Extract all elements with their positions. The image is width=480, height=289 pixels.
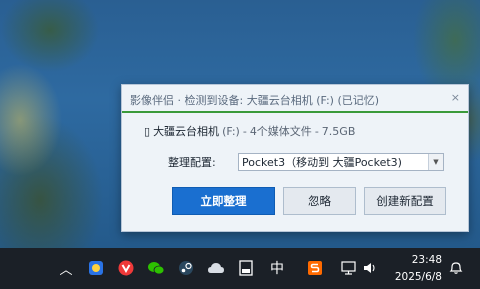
- config-label: 整理配置:: [168, 156, 216, 169]
- steam-icon[interactable]: [176, 258, 196, 278]
- device-name: 大疆云台相机: [153, 125, 220, 138]
- screenshot-app-icon[interactable]: [236, 258, 256, 278]
- taskbar: ︿ 中 23:48 2025/6/8: [0, 248, 480, 289]
- ime-chinese-indicator[interactable]: 中: [267, 258, 287, 278]
- chevron-down-icon[interactable]: ▼: [428, 154, 443, 170]
- config-select[interactable]: Pocket3（移动到 大疆Pocket3) ▼: [238, 153, 444, 171]
- notification-icon[interactable]: [446, 258, 466, 278]
- device-file-count: 4个媒体文件: [249, 125, 312, 138]
- clock-time: 23:48: [411, 254, 442, 266]
- show-hidden-icons-chevron[interactable]: ︿: [56, 258, 76, 278]
- device-info: ▯ 大疆云台相机 (F:) - 4个媒体文件 - 7.5GB: [144, 123, 355, 139]
- title-divider: [122, 111, 468, 113]
- device-separator: -: [242, 124, 247, 138]
- device-separator: -: [314, 124, 319, 138]
- vivaldi-icon[interactable]: [116, 258, 136, 278]
- organize-now-button[interactable]: 立即整理: [172, 187, 275, 215]
- device-icon: ▯: [144, 124, 151, 138]
- onedrive-cloud-icon[interactable]: [206, 258, 226, 278]
- dialog-title: 影像伴侣 · 检测到设备: 大疆云台相机 (F:) (已记忆): [130, 94, 380, 107]
- close-icon[interactable]: ×: [451, 91, 460, 104]
- sogou-input-icon[interactable]: [305, 258, 325, 278]
- create-config-button[interactable]: 创建新配置: [364, 187, 446, 215]
- network-icon[interactable]: [339, 258, 359, 278]
- system-clock[interactable]: 23:48 2025/6/8: [382, 252, 442, 286]
- device-detected-dialog: 影像伴侣 · 检测到设备: 大疆云台相机 (F:) (已记忆) × ▯ 大疆云台…: [121, 84, 469, 232]
- device-size: 7.5GB: [321, 124, 356, 138]
- volume-icon[interactable]: [360, 258, 380, 278]
- app-icon-blue-square[interactable]: [86, 258, 106, 278]
- config-select-value: Pocket3（移动到 大疆Pocket3): [242, 156, 402, 169]
- clock-date: 2025/6/8: [394, 271, 442, 283]
- config-row: 整理配置: Pocket3（移动到 大疆Pocket3) ▼: [168, 153, 444, 171]
- ignore-button[interactable]: 忽略: [283, 187, 356, 215]
- device-drive: (F:): [222, 124, 240, 138]
- wechat-icon[interactable]: [146, 258, 166, 278]
